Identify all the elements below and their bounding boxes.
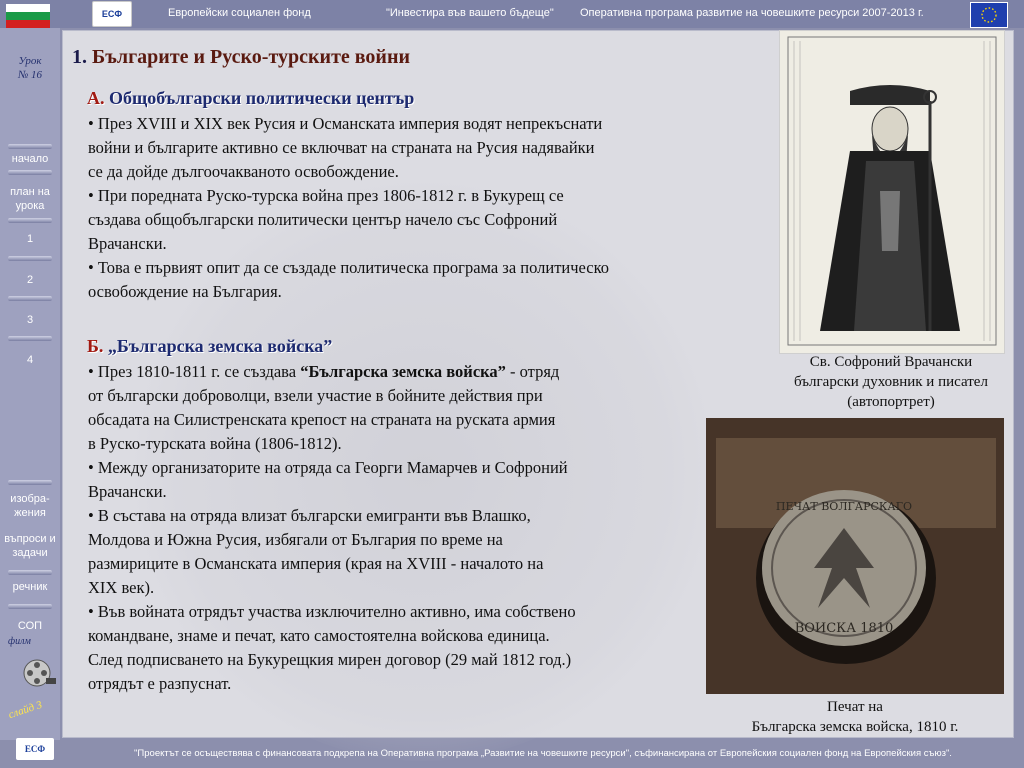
- section-b-p1-start: • През 1810-1811 г. се създава: [88, 362, 301, 381]
- seal-inscription-bottom: ВОИСКА 1810: [795, 621, 894, 636]
- nav-section-3[interactable]: 3: [2, 313, 58, 327]
- eu-flag-icon: [970, 2, 1008, 28]
- section-a-letter: А.: [87, 88, 105, 108]
- section-b-p1-bold: “Българска земска войска”: [300, 362, 506, 381]
- nav-divider: [8, 604, 52, 609]
- section-b-paragraph-2: • Между организаторите на отряда са Геор…: [88, 458, 568, 501]
- seal-inscription-top: ПЕЧАТ ВОЛГАРСКАГО: [776, 500, 912, 513]
- page-title: 1. Българите и Руско-турските войни: [72, 46, 410, 69]
- top-bar: ЕСФ Европейски социален фонд "Инвестира …: [0, 0, 1024, 52]
- section-a-paragraph-1: • През XVIII и XIX век Русия и Османскат…: [88, 114, 603, 181]
- section-b-title: „Българска земска войска”: [107, 336, 333, 356]
- nav-questions[interactable]: въпроси и задачи: [2, 532, 58, 560]
- nav-divider: [8, 336, 52, 341]
- nav-divider: [8, 256, 52, 261]
- portrait-caption: Св. Софроний Врачански български духовни…: [794, 354, 988, 410]
- film-label[interactable]: филм: [8, 636, 31, 647]
- nav-divider: [8, 144, 52, 149]
- lesson-number: № 16: [17, 69, 43, 81]
- nav-section-4[interactable]: 4: [2, 353, 58, 367]
- lesson-word: Урок: [18, 55, 42, 67]
- nav-divider: [8, 480, 52, 485]
- film-reel-icon[interactable]: [22, 656, 56, 690]
- nav-glossary[interactable]: речник: [2, 580, 58, 594]
- seal-caption: Печат на Българска земска войска, 1810 г…: [751, 699, 959, 735]
- esf-logo: ЕСФ: [92, 1, 132, 27]
- sofroniy-portrait-image[interactable]: [779, 30, 1005, 354]
- section-b-letter: Б.: [87, 336, 104, 356]
- left-navigation: [0, 28, 60, 740]
- esf-logo-bottom: ЕСФ: [16, 738, 54, 760]
- program-name: Оперативна програма развитие на човешкит…: [580, 7, 924, 19]
- title-number: 1.: [72, 46, 87, 68]
- section-b-paragraph-4: • Във войната отрядът участва изключител…: [88, 602, 576, 693]
- fund-name: Европейски социален фонд: [168, 7, 311, 19]
- section-b-heading: Б. „Българска земска войска”: [87, 336, 332, 357]
- section-a-title: Общобългарски политически център: [109, 88, 415, 108]
- fund-motto: "Инвестира във вашето бъдеще": [386, 7, 554, 19]
- section-a-paragraph-2: • При поредната Руско-турска война през …: [88, 186, 564, 253]
- nav-divider: [8, 296, 52, 301]
- section-a-heading: А. Общобългарски политически център: [87, 88, 414, 109]
- nav-images[interactable]: изобра-жения: [5, 492, 55, 520]
- title-text: Българите и Руско-турските войни: [92, 46, 410, 68]
- nav-home[interactable]: начало: [2, 152, 58, 166]
- nav-section-1[interactable]: 1: [2, 232, 58, 246]
- nav-section-2[interactable]: 2: [2, 273, 58, 287]
- section-a-paragraph-3: • Това е първият опит да се създаде поли…: [88, 258, 610, 301]
- nav-divider: [8, 570, 52, 575]
- nav-lesson-plan[interactable]: план на урока: [5, 185, 55, 213]
- lesson-label: Урок № 16: [10, 54, 50, 82]
- footer-funding-note: "Проектът се осъществява с финансовата п…: [134, 748, 952, 759]
- army-seal-image[interactable]: ПЕЧАТ ВОЛГАРСКАГО ВОИСКА 1810: [706, 418, 1004, 694]
- nav-sop[interactable]: СОП: [2, 619, 58, 633]
- section-b-paragraph-3: • В състава на отряда влизат български е…: [88, 506, 544, 597]
- section-b-paragraph-1: • През 1810-1811 г. се създава “Българск…: [88, 360, 728, 456]
- nav-divider: [8, 170, 52, 175]
- nav-divider: [8, 218, 52, 223]
